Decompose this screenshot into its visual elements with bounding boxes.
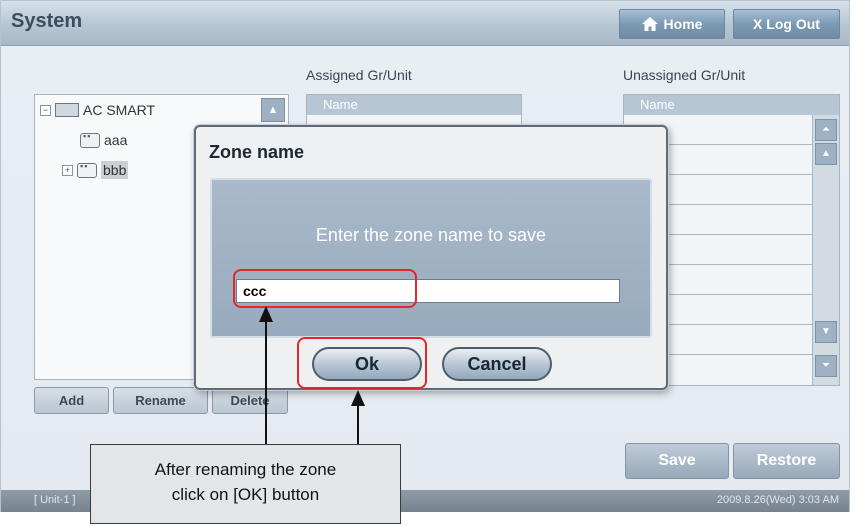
instruction-callout: After renaming the zone click on [OK] bu… <box>90 444 401 524</box>
callout-line-2: click on [OK] button <box>171 485 320 504</box>
arrowhead-input <box>259 306 273 322</box>
callout-line-1: After renaming the zone <box>154 460 337 479</box>
arrowhead-ok <box>351 390 365 406</box>
